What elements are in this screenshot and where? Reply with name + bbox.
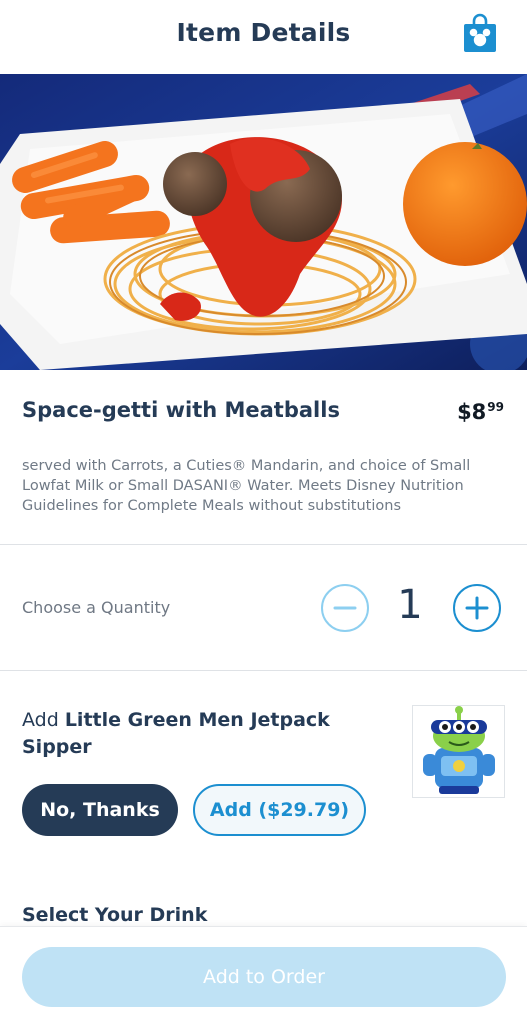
add-addon-button[interactable]: Add ($29.79) [193, 784, 366, 836]
add-to-order-button[interactable]: Add to Order [22, 947, 506, 1007]
item-name: Space-getti with Meatballs [22, 398, 340, 422]
shopping-bag-icon[interactable] [463, 13, 497, 53]
app-header: Item Details [0, 0, 527, 74]
addon-name: Little Green Men Jetpack Sipper [22, 709, 330, 758]
addon-product-image [412, 705, 505, 798]
item-price: $899 [457, 400, 504, 424]
bottom-action-bar: Add to Order [0, 926, 527, 1025]
item-photo [0, 74, 527, 370]
page-title: Item Details [176, 18, 351, 47]
quantity-value: 1 [397, 582, 423, 628]
addon-title: Add Little Green Men Jetpack Sipper [22, 707, 362, 761]
increase-quantity-button[interactable] [453, 584, 501, 632]
item-description: served with Carrots, a Cuties® Mandarin,… [22, 458, 471, 514]
minus-icon [333, 606, 357, 610]
decrease-quantity-button[interactable] [321, 584, 369, 632]
price-dollars: $8 [457, 400, 487, 424]
quantity-label: Choose a Quantity [22, 598, 171, 617]
divider [0, 670, 527, 671]
select-drink-heading: Select Your Drink [22, 904, 208, 926]
no-thanks-button[interactable]: No, Thanks [22, 784, 178, 836]
divider [0, 544, 527, 545]
price-cents: 99 [487, 400, 504, 414]
addon-prefix: Add [22, 709, 65, 731]
plus-icon [465, 596, 489, 620]
